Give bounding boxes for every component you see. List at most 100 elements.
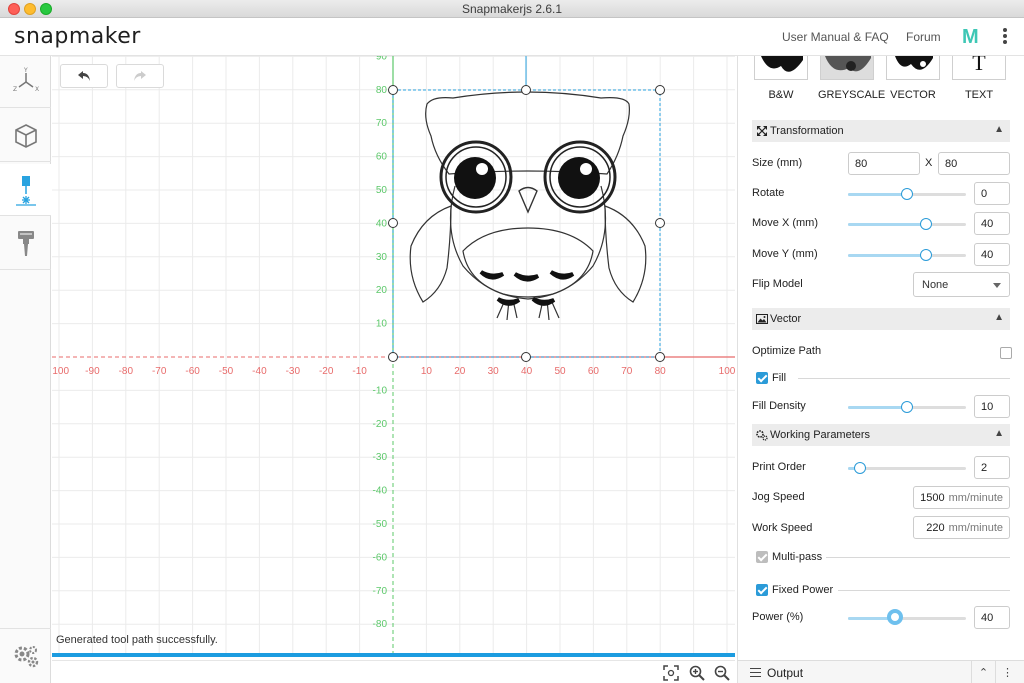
fill-divider [798,378,1010,379]
fit-view-icon[interactable] [663,665,679,681]
status-message: Generated tool path successfully. [56,634,218,646]
print-order-slider[interactable] [848,462,966,474]
y-tick-label: -20 [373,419,388,430]
size-separator: X [925,157,933,169]
collapse-chevron-icon[interactable]: ▲ [994,428,1004,439]
power-input[interactable]: 40 [974,606,1010,629]
multi-pass-divider [826,557,1010,558]
x-tick-label: -70 [152,366,167,377]
working-parameters-section-header[interactable]: Working Parameters ▲ [752,424,1010,446]
x-tick-label: 70 [621,366,633,377]
y-tick-label: -10 [373,385,388,396]
fixed-power-label: Fixed Power [772,584,834,596]
mode-greyscale[interactable]: GREYSCALE [818,56,885,101]
transformation-section-header[interactable]: Transformation ▲ [752,120,1010,142]
mode-text[interactable]: T TEXT [950,56,1008,101]
rotate-slider[interactable] [848,188,966,200]
size-width-input[interactable]: 80 [848,152,920,175]
app-window: Snapmakerjs 2.6.1 snapmaker User Manual … [0,0,1024,683]
print-order-input[interactable]: 2 [974,456,1010,479]
chevron-down-icon [993,283,1001,288]
fill-density-slider[interactable] [848,401,966,413]
vector-thumbnail [886,56,940,80]
owl-vector-image[interactable] [409,91,647,321]
output-expand-chevron-icon[interactable]: ⌃ [971,661,995,683]
undo-arrow-icon [78,71,90,81]
optimize-path-checkbox[interactable] [1000,347,1012,359]
power-slider[interactable] [848,609,966,625]
fixed-power-checkbox[interactable] [756,584,768,596]
y-tick-label: -50 [373,519,388,530]
resize-handle-bottom [521,352,531,362]
rotate-input[interactable]: 0 [974,182,1010,205]
zoom-in-icon[interactable] [689,665,705,681]
flip-model-select[interactable]: None [913,272,1010,297]
move-x-label: Move X (mm) [752,217,818,229]
move-x-input[interactable]: 40 [974,212,1010,235]
x-tick-label: 10 [421,366,433,377]
y-tick-label: 90 [376,56,388,62]
svg-text:X: X [35,86,39,93]
vector-section-header[interactable]: Vector ▲ [752,308,1010,330]
canvas-bottom-bar [52,660,735,683]
y-tick-label: 20 [376,285,388,296]
svg-text:Y: Y [23,67,28,74]
move-x-slider[interactable] [848,218,966,230]
mode-selector: B&W GREYSCALE VECTOR T TEXT [752,56,1012,104]
x-tick-label: 100 [719,366,735,377]
resize-handle-top-right [655,85,665,95]
x-tick-label: 80 [655,366,667,377]
cnc-icon[interactable] [0,218,51,270]
redo-button[interactable] [116,64,164,88]
m-logo-icon[interactable]: M [962,26,979,49]
move-y-input[interactable]: 40 [974,243,1010,266]
title-bar: Snapmakerjs 2.6.1 [0,0,1024,18]
x-tick-label: -90 [85,366,100,377]
move-y-slider[interactable] [848,249,966,261]
window-title: Snapmakerjs 2.6.1 [461,2,563,16]
collapse-chevron-icon[interactable]: ▲ [994,124,1004,135]
text-thumbnail: T [952,56,1006,80]
y-tick-label: 30 [376,252,388,263]
multi-pass-checkbox[interactable] [756,551,768,563]
output-more-icon[interactable]: ⋮ [995,661,1019,683]
x-tick-label: 40 [521,366,533,377]
y-tick-label: 70 [376,118,388,129]
fill-density-label: Fill Density [752,400,806,412]
jog-speed-value: 1500 [920,492,945,504]
image-icon [756,314,768,324]
x-tick-label: 20 [454,366,466,377]
mode-bw[interactable]: B&W [752,56,810,101]
zoom-out-icon[interactable] [714,665,730,681]
cube-icon[interactable] [0,110,51,162]
settings-gear-icon[interactable] [0,628,51,683]
user-manual-link[interactable]: User Manual & FAQ [782,30,889,44]
axes-icon[interactable]: Y Z X [0,56,51,108]
y-tick-label: -80 [373,619,388,630]
mode-bw-label: B&W [768,89,794,101]
y-tick-label: 80 [376,85,388,96]
resize-handle-top-left [388,85,398,95]
x-tick-label: 60 [588,366,600,377]
y-tick-label: 10 [376,319,388,330]
more-menu-icon[interactable] [1003,28,1007,46]
multi-pass-label: Multi-pass [772,551,823,563]
jog-speed-input[interactable]: 1500 mm/minute [913,486,1010,509]
size-height-input[interactable]: 80 [938,152,1010,175]
laser-icon[interactable] [0,164,51,216]
undo-button[interactable] [60,64,108,88]
forum-link[interactable]: Forum [906,30,941,44]
workspace-canvas[interactable]: -100 -90 -80 -70 -60 -50 -40 -30 -20 -10 10 20 30 40 5… [52,56,735,660]
fill-checkbox[interactable] [756,372,768,384]
menu-icon[interactable] [750,668,761,680]
canvas-grid[interactable]: -100 -90 -80 -70 -60 -50 -40 -30 -20 -10 10 20 30 40 5… [52,56,735,656]
output-bar[interactable]: Output ⌃ ⋮ [737,660,1024,683]
collapse-chevron-icon[interactable]: ▲ [994,312,1004,323]
print-order-label: Print Order [752,461,806,473]
output-label: Output [767,666,804,680]
work-speed-input[interactable]: 220 mm/minute [913,516,1010,539]
size-label: Size (mm) [752,157,803,169]
brand-logo: snapmaker [14,24,141,49]
fill-density-input[interactable]: 10 [974,395,1010,418]
mode-vector[interactable]: VECTOR [884,56,942,101]
